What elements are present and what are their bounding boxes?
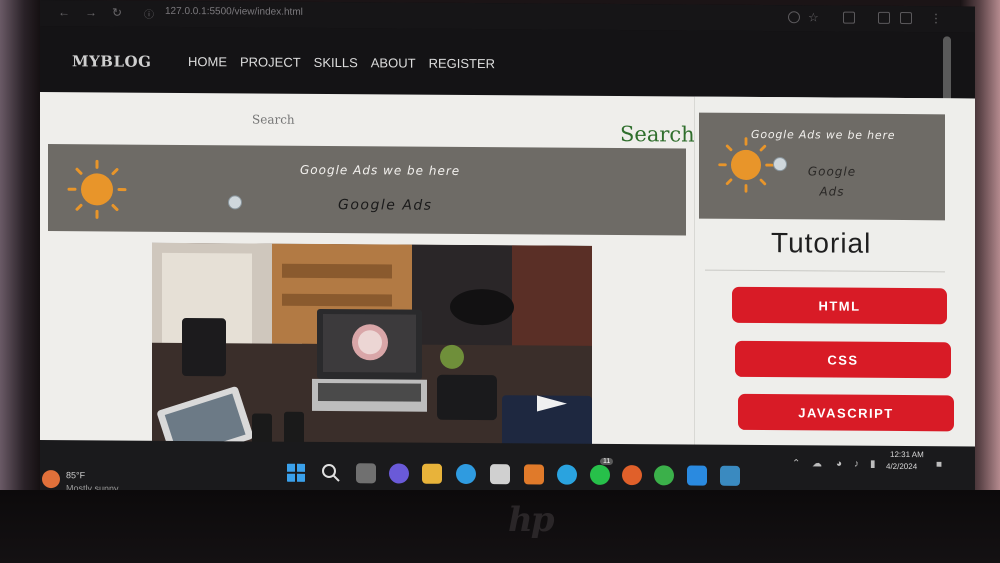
onedrive-icon[interactable]: ☁ — [812, 458, 822, 469]
search-input[interactable] — [250, 107, 474, 134]
weather-icon[interactable] — [42, 470, 60, 489]
site-navbar: MYBLOG HOME PROJECT SKILLS ABOUT REGISTE… — [40, 26, 975, 99]
notification-icon[interactable]: ■ — [936, 459, 942, 470]
tutorial-heading: Tutorial — [771, 227, 872, 259]
site-info-icon[interactable]: ⓘ — [144, 6, 154, 21]
arrow-left-icon[interactable]: ← — [58, 5, 70, 19]
profile-icon[interactable] — [900, 12, 912, 25]
laptop-bezel — [0, 490, 1000, 563]
nav-skills[interactable]: SKILLS — [314, 55, 358, 70]
nav-register[interactable]: REGISTER — [429, 56, 495, 71]
main-ad-title: Google Ads we be here — [300, 162, 461, 178]
hp-logo: hp — [508, 500, 554, 540]
search-icon[interactable] — [321, 463, 341, 483]
nav-home[interactable]: HOME — [188, 54, 227, 69]
reload-icon[interactable]: ↻ — [112, 6, 122, 20]
volume-icon[interactable]: ♪ — [854, 459, 859, 470]
arrow-right-icon[interactable]: → — [85, 5, 97, 19]
broken-image-icon — [228, 195, 242, 210]
sidebar-icon[interactable] — [878, 11, 890, 24]
search-row: Search — [50, 100, 695, 147]
teams-icon[interactable] — [389, 463, 409, 484]
site-brand[interactable]: MYBLOG — [72, 52, 151, 71]
whatsapp-badge: 11 — [600, 457, 614, 466]
wifi-icon[interactable]: ◕ — [836, 459, 842, 470]
zoom-icon[interactable] — [788, 11, 800, 24]
sidebar: Google Ads we be here Google Ads Tutoria… — [694, 96, 975, 459]
chevron-up-icon[interactable]: ⌃ — [792, 458, 800, 469]
weather-temp[interactable]: 85°F — [66, 470, 85, 480]
javascript-button[interactable]: JAVASCRIPT — [738, 393, 954, 432]
sun-icon — [67, 159, 127, 219]
search-label[interactable]: Search — [620, 122, 695, 147]
extensions-icon[interactable] — [843, 11, 855, 24]
main-ad-banner[interactable]: Google Ads we be here Google Ads — [48, 144, 686, 236]
desk-photo — [152, 242, 592, 464]
sun-icon — [718, 137, 774, 193]
sublime-icon[interactable] — [524, 464, 544, 485]
file-explorer-icon[interactable] — [422, 463, 442, 484]
nav-about[interactable]: ABOUT — [371, 55, 416, 70]
address-bar[interactable]: 127.0.0.1:5500/view/index.html — [165, 6, 303, 18]
chrome-icon[interactable] — [654, 465, 674, 486]
side-ad-subtitle: Google Ads — [807, 164, 857, 199]
app-icon[interactable] — [720, 465, 740, 486]
menu-icon[interactable]: ⋮ — [930, 11, 942, 25]
laptop-screen: ← → ↻ ⓘ 127.0.0.1:5500/view/index.html ☆… — [40, 0, 975, 499]
whatsapp-icon[interactable] — [590, 464, 610, 485]
side-ad-title: Google Ads we be here — [751, 127, 896, 142]
clock-time[interactable]: 12:31 AM — [890, 450, 924, 459]
page-content: Search Google Ads we be here Google Ads — [40, 92, 975, 464]
store-icon[interactable] — [490, 464, 510, 485]
side-ad-banner[interactable]: Google Ads we be here Google Ads — [699, 112, 945, 221]
nav-links: HOME PROJECT SKILLS ABOUT REGISTER — [188, 54, 495, 71]
css-button[interactable]: CSS — [735, 340, 951, 379]
nav-project[interactable]: PROJECT — [240, 54, 301, 69]
telegram-icon[interactable] — [557, 464, 577, 485]
edge-icon[interactable] — [456, 463, 476, 485]
star-icon[interactable]: ☆ — [808, 10, 819, 24]
clock-date[interactable]: 4/2/2024 — [886, 462, 917, 471]
vscode-icon[interactable] — [687, 465, 707, 486]
battery-icon[interactable]: ▮ — [870, 459, 876, 470]
task-view-icon[interactable] — [356, 463, 376, 484]
background-left — [0, 0, 40, 563]
html-button[interactable]: HTML — [732, 286, 947, 325]
broken-image-icon — [773, 157, 787, 172]
firefox-icon[interactable] — [622, 465, 642, 486]
main-ad-subtitle: Google Ads — [338, 197, 433, 214]
divider — [705, 269, 945, 273]
windows-start-icon[interactable] — [286, 463, 306, 483]
